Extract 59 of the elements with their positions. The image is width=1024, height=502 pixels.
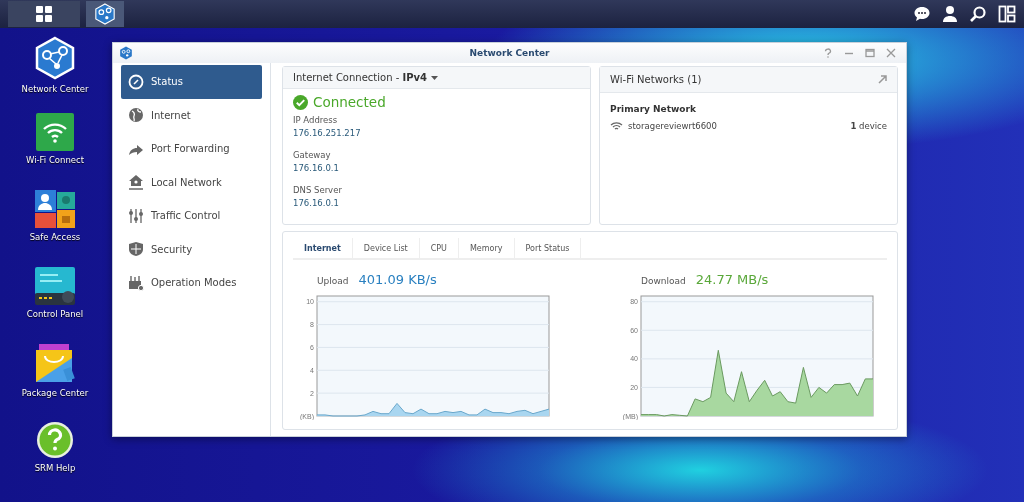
wifi-icon xyxy=(610,121,624,131)
speed-reading: 401.09 KB/s xyxy=(358,272,437,287)
desktop-icon-label[interactable]: Package Center xyxy=(21,388,89,399)
device-count: 1 device xyxy=(850,121,887,131)
field-value: 176.16.0.1 xyxy=(293,162,340,175)
field-value: 176.16.251.217 xyxy=(293,127,362,140)
help-icon[interactable] xyxy=(36,421,74,459)
sidebar-item[interactable]: Operation Modes xyxy=(121,266,262,300)
sidebar-item[interactable]: Internet xyxy=(121,98,262,132)
tab[interactable]: Memory xyxy=(458,238,515,258)
caret-icon xyxy=(430,75,438,80)
section-heading: Primary Network xyxy=(610,104,697,114)
desktop-icon-label[interactable]: Network Center xyxy=(21,84,89,95)
network-app-icon xyxy=(119,46,133,60)
control-panel-app-icon[interactable] xyxy=(35,267,75,305)
network-app-icon[interactable] xyxy=(86,1,124,27)
search-icon[interactable] xyxy=(969,5,987,23)
gauge-icon xyxy=(128,73,144,90)
globe-icon xyxy=(128,107,144,124)
tab[interactable]: Internet xyxy=(293,238,353,258)
sliders-icon xyxy=(128,207,144,224)
tab[interactable]: Device List xyxy=(352,238,420,258)
desktop-icon-label[interactable]: Wi-Fi Connect xyxy=(25,155,85,166)
router-icon xyxy=(128,274,144,291)
sidebar-item[interactable]: Port Forwarding xyxy=(121,132,262,166)
sidebar-item[interactable]: Traffic Control xyxy=(121,199,262,233)
desktop-icon-label[interactable]: Safe Access xyxy=(29,232,81,243)
safe-access-app-icon[interactable] xyxy=(35,190,75,228)
speed-reading: 24.77 MB/s xyxy=(695,272,769,287)
user-icon[interactable] xyxy=(942,5,958,23)
field-label: DNS Server xyxy=(293,184,343,197)
check-circle-icon xyxy=(293,94,308,110)
widgets-icon[interactable] xyxy=(998,5,1016,23)
network-hexagon-icon[interactable] xyxy=(33,36,77,80)
chart-label: Download xyxy=(641,276,686,286)
card-title: Wi-Fi Networks (1) xyxy=(610,74,702,85)
close-icon[interactable] xyxy=(886,48,896,58)
tab[interactable]: CPU xyxy=(419,238,459,258)
house-icon xyxy=(128,174,144,191)
field-label: Gateway xyxy=(293,149,332,162)
shield-icon xyxy=(128,241,144,258)
wifi-app-icon[interactable] xyxy=(36,113,74,151)
tab[interactable]: Port Status xyxy=(514,238,582,258)
desktop-icon-label[interactable]: Control Panel xyxy=(26,309,84,320)
chat-icon[interactable] xyxy=(913,5,931,23)
field-value: 176.16.0.1 xyxy=(293,197,340,210)
sidebar-item[interactable]: Security xyxy=(121,232,262,266)
shopping-bag-icon[interactable] xyxy=(35,344,75,384)
desktop-icon-label[interactable]: SRM Help xyxy=(34,463,76,474)
chart-label: Upload xyxy=(317,276,349,286)
window-title: Network Center xyxy=(469,48,550,58)
main-menu-icon[interactable] xyxy=(8,1,80,27)
expand-arrow-icon[interactable] xyxy=(878,75,887,84)
connection-status: Connected xyxy=(313,94,386,110)
network-name: storagereviewrt6600 xyxy=(628,121,717,131)
maximize-icon[interactable] xyxy=(865,48,875,58)
field-label: IP Address xyxy=(293,114,339,127)
sidebar-item[interactable]: Status xyxy=(121,65,262,99)
sidebar-item[interactable]: Local Network xyxy=(121,165,262,199)
